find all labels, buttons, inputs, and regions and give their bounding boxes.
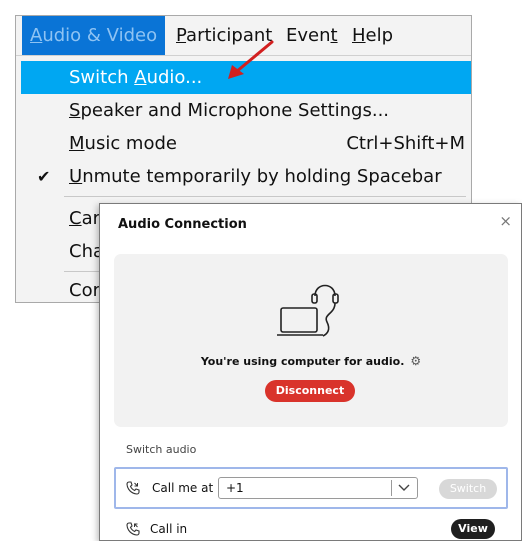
menu-item-speaker-microphone-settings[interactable]: Speaker and Microphone Settings... [21, 94, 471, 127]
phone-icon [126, 522, 140, 536]
menubar-audio-video-rest: udio & Video [42, 25, 158, 46]
dialog-title: Audio Connection [118, 217, 247, 232]
gear-icon[interactable]: ⚙ [410, 354, 421, 368]
audio-connection-dialog: Audio Connection × You're using computer… [99, 203, 522, 541]
audio-status-message: You're using computer for audio. [200, 355, 405, 368]
menubar-event[interactable]: Event [278, 16, 346, 55]
switch-audio-rest: udio... [146, 67, 203, 88]
menu-item-partial-3-label: Cor [69, 280, 100, 301]
country-code-value: +1 [226, 481, 244, 495]
audio-status-text: You're using computer for audio. ⚙ [114, 354, 508, 368]
menu-item-switch-audio-label: Switch Audio... [69, 61, 202, 94]
menu-item-music-mode[interactable]: Music mode Ctrl+Shift+M [21, 127, 471, 160]
menu-separator [64, 196, 466, 197]
menubar-help-accel: H [352, 25, 366, 46]
checkmark-icon: ✔ [37, 167, 51, 186]
music-mode-shortcut: Ctrl+Shift+M [346, 133, 465, 154]
menu-item-music-mode-label: Music mode [69, 127, 177, 160]
select-divider [391, 480, 392, 496]
music-rest: usic mode [84, 133, 177, 154]
annotation-arrow-icon [228, 40, 274, 79]
menubar-event-prefix: Even [286, 25, 331, 46]
audio-status-panel: You're using computer for audio. ⚙ Discon… [114, 254, 508, 427]
country-code-select[interactable]: +1 [218, 477, 418, 499]
switch-button[interactable]: Switch [439, 479, 497, 499]
menubar-participant-accel: P [176, 25, 187, 46]
laptop-headset-icon [277, 284, 339, 337]
menu-item-unmute-spacebar[interactable]: ✔ Unmute temporarily by holding Spacebar [21, 160, 471, 193]
menubar-event-accel: t [330, 25, 338, 46]
switch-audio-section-label: Switch audio [126, 443, 197, 456]
call-me-option[interactable]: Call me at +1 Switch [114, 467, 508, 509]
partial-1-accel: C [69, 208, 82, 229]
view-button[interactable]: View [451, 519, 495, 539]
menubar-audio-video-accel: A [30, 25, 43, 46]
disconnect-button[interactable]: Disconnect [265, 380, 355, 402]
phone-icon [126, 481, 140, 495]
music-accel: M [69, 133, 85, 154]
menu-item-partial-1-label: Car [69, 202, 100, 235]
menu-item-unmute-label: Unmute temporarily by holding Spacebar [69, 160, 442, 193]
menubar-help-rest: elp [365, 25, 394, 46]
call-me-label: Call me at [152, 481, 214, 495]
chevron-down-icon[interactable] [397, 483, 411, 493]
unmute-rest: nmute temporarily by holding Spacebar [82, 166, 442, 187]
speaker-accel: S [69, 100, 81, 121]
partial-1-rest: ar [81, 208, 101, 229]
menu-item-speaker-label: Speaker and Microphone Settings... [69, 94, 389, 127]
menubar-audio-video[interactable]: Audio & Video [22, 16, 166, 55]
switch-audio-prefix: Switch [69, 67, 135, 88]
speaker-rest: peaker and Microphone Settings... [80, 100, 390, 121]
switch-audio-accel: A [134, 67, 147, 88]
call-in-label: Call in [150, 522, 188, 536]
unmute-accel: U [69, 166, 83, 187]
menubar-help[interactable]: Help [344, 16, 401, 55]
close-icon[interactable]: × [499, 212, 512, 230]
